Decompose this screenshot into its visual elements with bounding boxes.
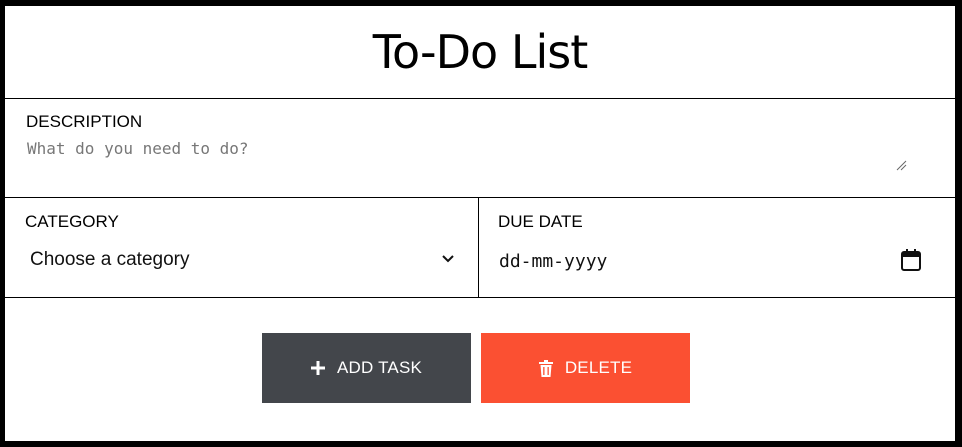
calendar-icon[interactable] <box>901 249 921 271</box>
description-section: DESCRIPTION <box>5 99 955 198</box>
todo-form: To-Do List DESCRIPTION CATEGORY Choose a… <box>5 6 955 441</box>
due-date-label: DUE DATE <box>498 212 583 231</box>
category-date-section: CATEGORY Choose a category DUE DATE dd-m… <box>5 198 955 298</box>
due-date-section: DUE DATE dd-mm-yyyy <box>479 198 955 297</box>
category-select[interactable]: Choose a category <box>25 244 459 276</box>
page-title: To-Do List <box>372 25 588 79</box>
resize-handle-icon[interactable] <box>895 159 907 171</box>
plus-icon <box>310 361 325 375</box>
header: To-Do List <box>5 6 955 99</box>
category-section: CATEGORY Choose a category <box>5 198 479 297</box>
category-label: CATEGORY <box>25 212 119 231</box>
due-date-value: dd-mm-yyyy <box>499 250 608 272</box>
delete-button[interactable]: DELETE <box>481 333 690 403</box>
actions: ADD TASK DELETE <box>5 298 955 440</box>
add-task-label: ADD TASK <box>336 358 423 377</box>
chevron-down-icon <box>442 255 454 263</box>
due-date-input[interactable]: dd-mm-yyyy <box>499 244 933 278</box>
description-label: DESCRIPTION <box>26 112 143 131</box>
add-task-button[interactable]: ADD TASK <box>262 333 471 403</box>
description-input[interactable] <box>25 137 913 174</box>
delete-label: DELETE <box>564 358 633 377</box>
trash-icon <box>538 359 553 377</box>
category-selected-value: Choose a category <box>30 249 190 270</box>
